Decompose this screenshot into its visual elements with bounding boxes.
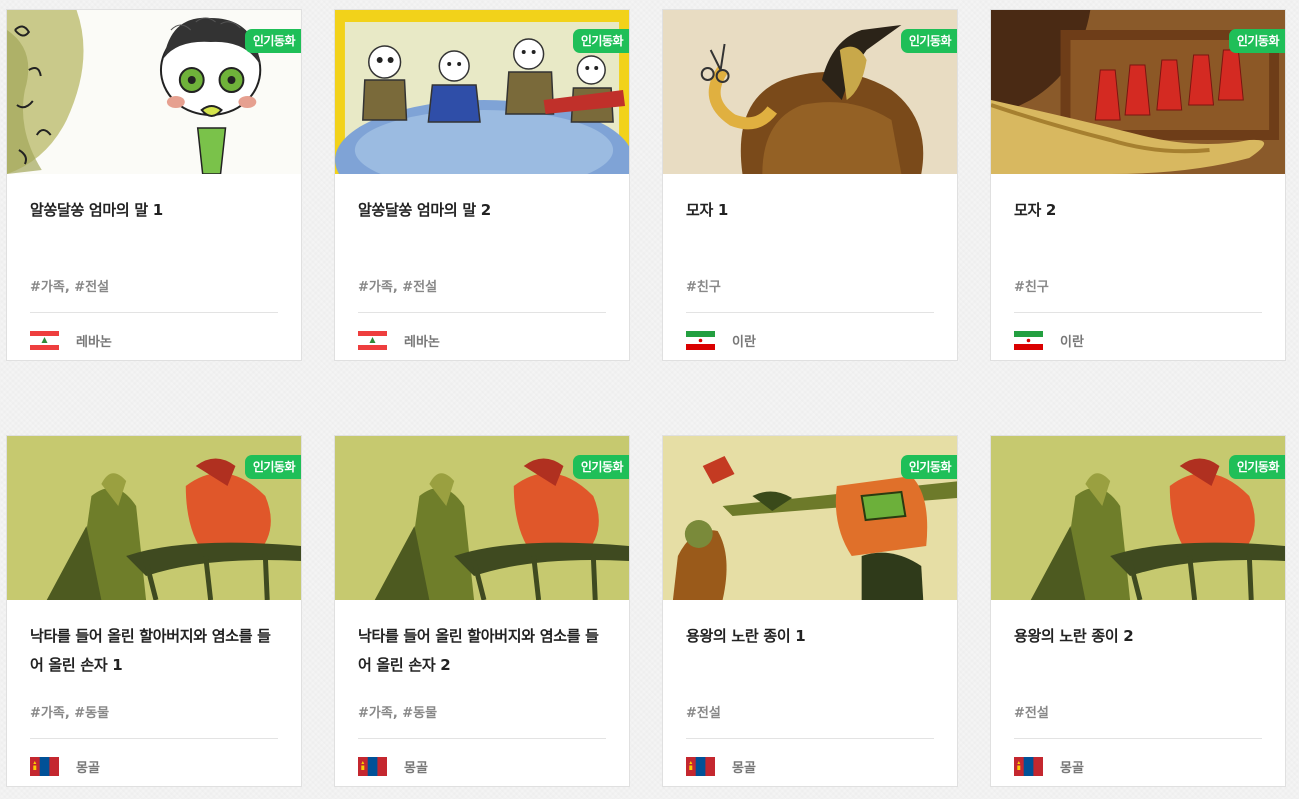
story-title[interactable]: 낙타를 들어 올린 할아버지와 염소를 들어 올린 손자 1 — [30, 622, 278, 680]
country-name: 몽골 — [76, 760, 100, 776]
story-tags: #친구 — [1014, 280, 1049, 295]
lebanon-flag-icon — [358, 330, 387, 350]
popular-badge: 인기동화 — [572, 29, 629, 53]
country-name: 몽골 — [404, 760, 428, 776]
story-title[interactable]: 모자 1 — [686, 196, 934, 254]
story-card[interactable]: 인기동화 낙타를 들어 올린 할아버지와 염소를 들어 올린 손자 2 #가족,… — [334, 435, 630, 787]
country-name: 레바논 — [404, 334, 440, 350]
iran-flag-icon — [686, 330, 715, 350]
mongolia-flag-icon — [1014, 756, 1043, 776]
lebanon-flag-icon — [30, 330, 59, 350]
story-thumbnail[interactable]: 인기동화 — [991, 436, 1285, 600]
divider — [30, 738, 278, 739]
story-title[interactable]: 용왕의 노란 종이 1 — [686, 622, 934, 680]
country-name: 몽골 — [732, 760, 756, 776]
story-title[interactable]: 용왕의 노란 종이 2 — [1014, 622, 1262, 680]
story-thumbnail[interactable]: 인기동화 — [663, 436, 957, 600]
story-title[interactable]: 알쏭달쏭 엄마의 말 1 — [30, 196, 278, 254]
story-tags: #전설 — [1014, 706, 1049, 721]
story-tags: #가족, #전설 — [30, 280, 110, 295]
popular-badge: 인기동화 — [900, 455, 957, 479]
divider — [358, 312, 606, 313]
story-tags: #가족, #전설 — [358, 280, 438, 295]
story-thumbnail[interactable]: 인기동화 — [991, 10, 1285, 174]
popular-badge: 인기동화 — [244, 29, 301, 53]
story-title[interactable]: 알쏭달쏭 엄마의 말 2 — [358, 196, 606, 254]
story-tags: #전설 — [686, 706, 721, 721]
mongolia-flag-icon — [358, 756, 387, 776]
country-name: 몽골 — [1060, 760, 1084, 776]
divider — [358, 738, 606, 739]
story-card[interactable]: 인기동화 낙타를 들어 올린 할아버지와 염소를 들어 올린 손자 1 #가족,… — [6, 435, 302, 787]
story-card[interactable]: 인기동화 모자 2 #친구 이란 — [990, 9, 1286, 361]
country-name: 이란 — [732, 334, 756, 350]
popular-badge: 인기동화 — [1228, 455, 1285, 479]
story-card[interactable]: 인기동화 용왕의 노란 종이 2 #전설 몽골 — [990, 435, 1286, 787]
story-title[interactable]: 모자 2 — [1014, 196, 1262, 254]
divider — [1014, 312, 1262, 313]
story-thumbnail[interactable]: 인기동화 — [7, 436, 301, 600]
story-thumbnail[interactable]: 인기동화 — [663, 10, 957, 174]
divider — [686, 738, 934, 739]
popular-badge: 인기동화 — [1228, 29, 1285, 53]
story-title[interactable]: 낙타를 들어 올린 할아버지와 염소를 들어 올린 손자 2 — [358, 622, 606, 680]
popular-badge: 인기동화 — [900, 29, 957, 53]
iran-flag-icon — [1014, 330, 1043, 350]
divider — [1014, 738, 1262, 739]
story-card[interactable]: 인기동화 용왕의 노란 종이 1 #전설 몽골 — [662, 435, 958, 787]
mongolia-flag-icon — [30, 756, 59, 776]
divider — [30, 312, 278, 313]
story-card[interactable]: 인기동화 알쏭달쏭 엄마의 말 2 #가족, #전설 레바논 — [334, 9, 630, 361]
story-thumbnail[interactable]: 인기동화 — [335, 436, 629, 600]
popular-badge: 인기동화 — [244, 455, 301, 479]
popular-badge: 인기동화 — [572, 455, 629, 479]
story-tags: #가족, #동물 — [358, 706, 438, 721]
story-thumbnail[interactable]: 인기동화 — [7, 10, 301, 174]
country-name: 레바논 — [76, 334, 112, 350]
divider — [686, 312, 934, 313]
story-card[interactable]: 인기동화 알쏭달쏭 엄마의 말 1 #가족, #전설 레바논 — [6, 9, 302, 361]
story-card[interactable]: 인기동화 모자 1 #친구 이란 — [662, 9, 958, 361]
story-thumbnail[interactable]: 인기동화 — [335, 10, 629, 174]
country-name: 이란 — [1060, 334, 1084, 350]
mongolia-flag-icon — [686, 756, 715, 776]
story-tags: #가족, #동물 — [30, 706, 110, 721]
story-tags: #친구 — [686, 280, 721, 295]
